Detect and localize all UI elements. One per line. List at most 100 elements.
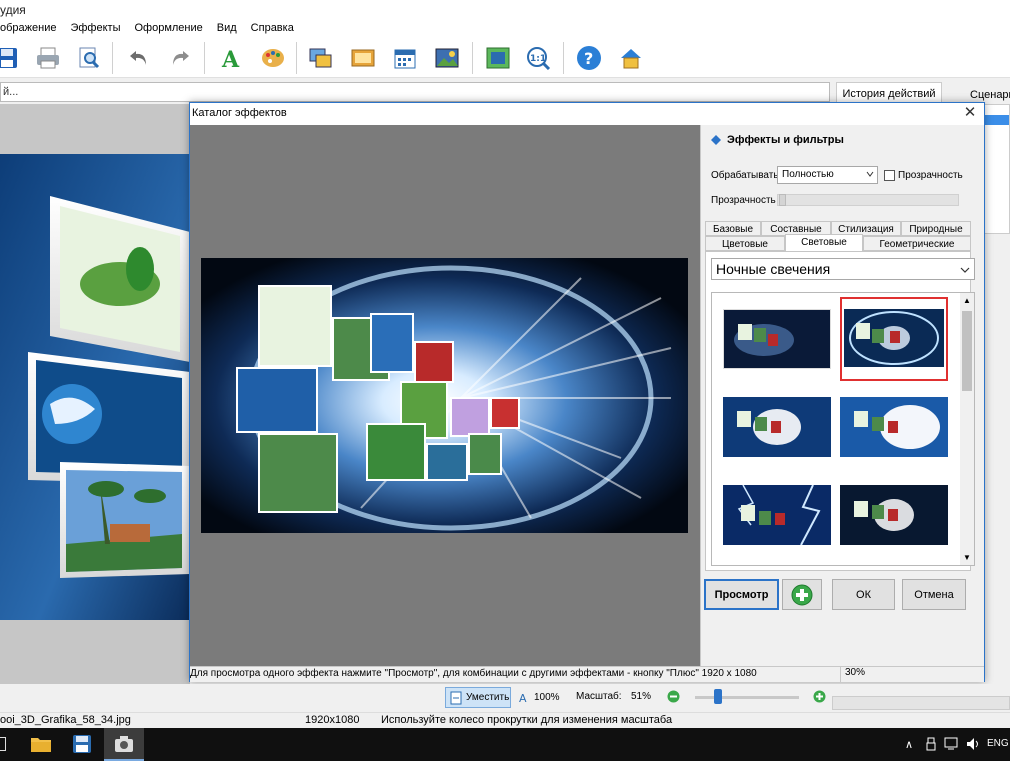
ok-button-label: ОК: [856, 588, 871, 601]
dialog-status-hint: Для просмотра одного эффекта нажмите "Пр…: [190, 668, 757, 679]
process-select[interactable]: Полностью: [777, 166, 878, 184]
scrollbar-thumb[interactable]: [962, 311, 972, 391]
dialog-titlebar: Каталог эффектов: [190, 103, 984, 125]
taskbar: ∧ ENG: [0, 728, 1010, 761]
toolbar-separator: [204, 42, 205, 74]
gallery-scrollbar[interactable]: ▲ ▼: [960, 293, 974, 565]
tab-history[interactable]: История действий: [836, 82, 942, 104]
menu-item-help[interactable]: Справка: [251, 22, 294, 38]
scroll-down-icon[interactable]: ▼: [963, 553, 971, 562]
photo-editor-taskbar-button[interactable]: [104, 728, 144, 761]
plus-icon: [791, 584, 813, 605]
effects-panel: Эффекты и фильтры Обрабатывать Полностью…: [700, 125, 984, 669]
menu-item-design[interactable]: Оформление: [134, 22, 202, 38]
effect-preview-image: [201, 258, 688, 533]
category-select[interactable]: Ночные свечения: [711, 258, 975, 280]
ok-button[interactable]: ОК: [832, 579, 895, 610]
network-icon[interactable]: [944, 737, 960, 754]
tab-history-label: История действий: [842, 88, 936, 100]
app-window: удия ображение Эффекты Оформление Вид Сп…: [0, 0, 1010, 761]
print-icon[interactable]: [33, 43, 63, 73]
category-select-value: Ночные свечения: [716, 261, 831, 277]
file-explorer-icon[interactable]: [30, 735, 52, 756]
toolbar-separator: [112, 42, 113, 74]
tab-basic[interactable]: Базовые: [705, 221, 761, 236]
scale-value: 51%: [631, 691, 652, 702]
fit-button-label: Уместить: [466, 692, 510, 703]
save-icon[interactable]: [0, 43, 22, 73]
file-path-field[interactable]: й...: [0, 82, 830, 102]
zoom-a-icon: A: [519, 692, 527, 703]
menu-bar: ображение Эффекты Оформление Вид Справка: [0, 20, 1010, 38]
palette-icon[interactable]: [258, 43, 288, 73]
window-title-text: удия: [0, 3, 26, 17]
fit-button[interactable]: Уместить: [445, 687, 511, 708]
transparency-checkbox[interactable]: [884, 170, 895, 181]
preview-button[interactable]: Просмотр: [704, 579, 779, 610]
undo-icon[interactable]: [124, 43, 154, 73]
toolbar: A 1:1 ?: [0, 38, 1010, 78]
tab-content: Ночные свечения ▲ ▼: [705, 251, 975, 571]
volume-icon[interactable]: [966, 737, 982, 754]
zoom-in-icon[interactable]: [813, 690, 826, 706]
image-layers-icon[interactable]: [306, 43, 336, 73]
print-preview-icon[interactable]: [74, 43, 104, 73]
fit-icon: [450, 691, 462, 704]
tab-color[interactable]: Цветовые: [705, 236, 785, 251]
menu-item-view[interactable]: Вид: [217, 22, 237, 38]
usb-icon[interactable]: [926, 737, 936, 754]
text-tool-icon[interactable]: A: [216, 43, 246, 73]
canvas-area: [0, 104, 190, 684]
zoom-slider[interactable]: [695, 689, 799, 704]
language-indicator[interactable]: ENG: [987, 738, 1009, 749]
effect-thumbnail[interactable]: [840, 397, 948, 457]
save-app-icon[interactable]: [72, 734, 92, 757]
effect-thumbnail[interactable]: [723, 309, 831, 369]
task-view-icon[interactable]: [0, 737, 6, 751]
zoom-out-icon[interactable]: [667, 690, 680, 706]
status-bar: ooi_3D_Grafika_58_34.jpg 1920x1080 Испол…: [0, 712, 1010, 728]
fit-screen-icon[interactable]: [483, 43, 513, 73]
preview-button-label: Просмотр: [714, 588, 769, 601]
close-icon[interactable]: ✕: [962, 105, 978, 121]
status-filename: ooi_3D_Grafika_58_34.jpg: [0, 714, 131, 726]
calendar-icon[interactable]: [390, 43, 420, 73]
add-effect-button[interactable]: [782, 579, 822, 610]
frame-icon[interactable]: [348, 43, 378, 73]
menu-item-effects[interactable]: Эффекты: [70, 22, 120, 38]
tab-geometric-label: Геометрические: [879, 239, 955, 250]
toolbar-separator: [296, 42, 297, 74]
actual-size-icon[interactable]: 1:1: [524, 43, 554, 73]
canvas-image: [0, 104, 190, 684]
effect-thumbnail[interactable]: [840, 485, 948, 545]
svg-text:?: ?: [584, 49, 593, 68]
toolbar-separator: [472, 42, 473, 74]
effect-thumbnail[interactable]: [723, 485, 831, 545]
transparency-slider[interactable]: [777, 194, 959, 206]
status-hint: Используйте колесо прокрутки для изменен…: [381, 714, 673, 726]
tab-light[interactable]: Световые: [785, 234, 863, 251]
chevron-up-icon[interactable]: ∧: [905, 738, 913, 751]
slider-thumb[interactable]: [779, 194, 786, 206]
effect-thumbnail[interactable]: [723, 397, 831, 457]
zoom-slider-thumb[interactable]: [714, 689, 722, 704]
window-title: удия: [0, 0, 1010, 20]
effect-thumbnail-selected[interactable]: [840, 297, 948, 381]
cancel-button[interactable]: Отмена: [902, 579, 966, 610]
tab-natural[interactable]: Природные: [901, 221, 971, 236]
tab-geometric[interactable]: Геометрические: [863, 236, 971, 251]
effects-panel-title: Эффекты и фильтры: [727, 134, 844, 146]
dialog-statusbar: Для просмотра одного эффекта нажмите "Пр…: [190, 666, 984, 682]
redo-icon[interactable]: [165, 43, 195, 73]
diamond-icon: [711, 135, 721, 148]
svg-text:A: A: [519, 692, 527, 703]
help-icon[interactable]: ?: [574, 43, 604, 73]
scroll-up-icon[interactable]: ▲: [963, 296, 971, 305]
transparency-checkbox-label: Прозрачность: [898, 170, 963, 181]
process-label: Обрабатывать: [711, 170, 779, 181]
scale-label: Масштаб:: [576, 691, 622, 702]
menu-item-image[interactable]: ображение: [0, 22, 56, 38]
home-icon[interactable]: [616, 43, 646, 73]
picture-icon[interactable]: [432, 43, 462, 73]
zoom-100-button[interactable]: A 100%: [519, 691, 560, 704]
